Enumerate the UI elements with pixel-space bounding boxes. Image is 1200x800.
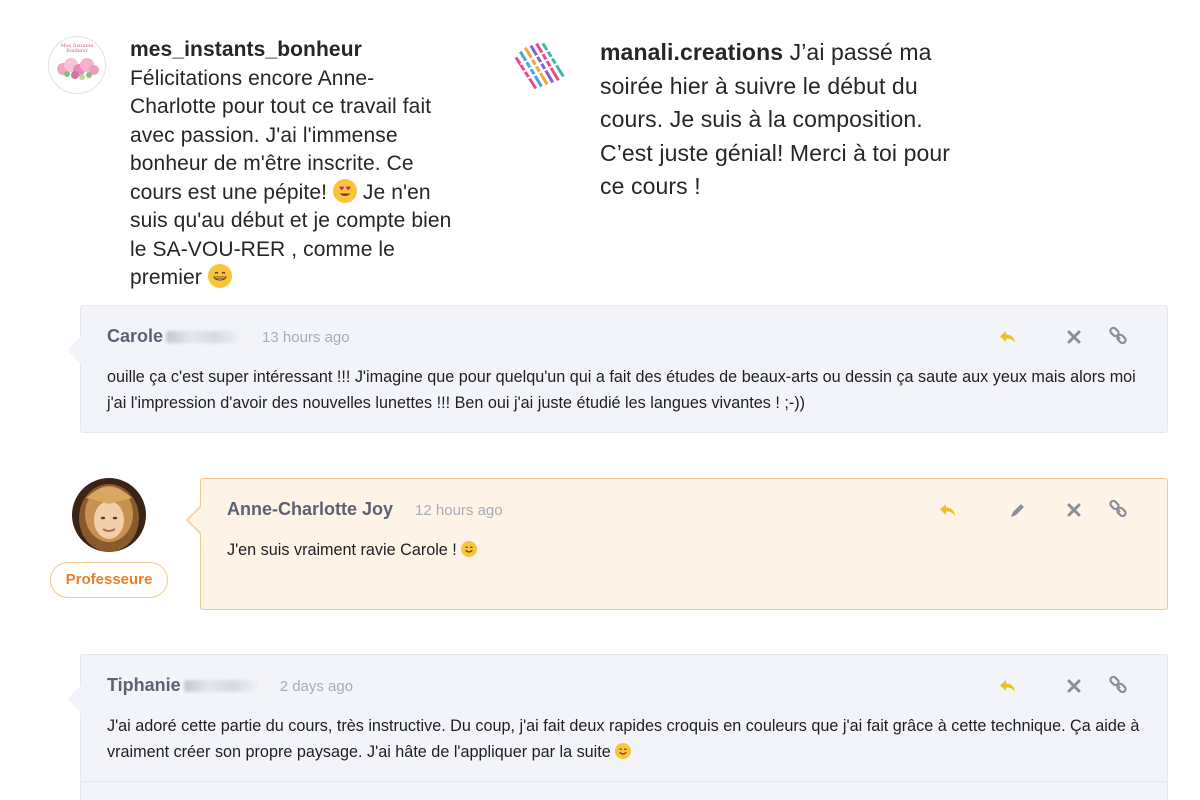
comment-text: mes_instants_bonheur Félicitations encor… xyxy=(130,36,490,293)
comment-author[interactable]: Carole xyxy=(107,326,241,347)
line: C’est juste génial! Merci à toi pour xyxy=(600,139,951,166)
comment-time: 2 days ago xyxy=(279,678,354,695)
comment-author[interactable]: Anne-Charlotte Joy xyxy=(227,499,393,520)
edit-icon[interactable] xyxy=(1007,499,1029,521)
line: ce cours ! xyxy=(600,173,701,199)
link-icon[interactable] xyxy=(1107,499,1129,521)
close-icon[interactable] xyxy=(1063,326,1085,348)
heart-eyes-emoji xyxy=(333,178,357,203)
professor-badge: Professeure xyxy=(50,562,168,598)
redacted-surname xyxy=(183,680,258,693)
line: avec passion. J'ai l'immense xyxy=(130,123,398,147)
close-icon[interactable] xyxy=(1063,675,1085,697)
comment-author[interactable]: Tiphanie xyxy=(107,675,258,696)
avatar-logo-text: Mes Instants Bonheur xyxy=(60,43,94,54)
comment-actions xyxy=(997,326,1137,348)
avatar-mes-instants-bonheur: Mes Instants Bonheur xyxy=(48,36,106,94)
comment-text: manali.creations J’ai passé ma soirée hi… xyxy=(600,36,1010,204)
comment-time: 13 hours ago xyxy=(262,329,350,346)
line: cours est une pépite! xyxy=(130,180,333,204)
comment-card: Tiphanie 2 days ago J'ai adoré cette par… xyxy=(67,654,1168,800)
line: suis qu'au début et je compte bien xyxy=(130,209,452,232)
line: cours. Je suis à la composition. xyxy=(600,106,923,132)
comment-body: J'ai adoré cette partie du cours, très i… xyxy=(107,717,1140,761)
smile-emoji xyxy=(461,541,478,557)
line: J’ai passé ma xyxy=(783,39,932,65)
smile-emoji xyxy=(615,743,632,759)
instagram-comment-manali-creations: manali.creations J’ai passé ma soirée hi… xyxy=(510,36,1030,204)
line: Félicitations encore Anne- xyxy=(130,66,375,90)
reply-icon[interactable] xyxy=(997,675,1019,697)
close-icon[interactable] xyxy=(1063,499,1085,521)
comment-time: 12 hours ago xyxy=(415,502,503,519)
reply-icon[interactable] xyxy=(937,499,959,521)
comment-actions xyxy=(997,675,1137,697)
avatar-anne-charlotte[interactable] xyxy=(72,478,146,552)
line: premier xyxy=(130,266,208,289)
card-pointer xyxy=(67,336,81,364)
line: Je n'en xyxy=(357,180,431,204)
line: soirée hier à suivre le début du xyxy=(600,72,918,99)
reply-icon[interactable] xyxy=(997,326,1019,348)
comment-body: J'en suis vraiment ravie Carole ! xyxy=(227,537,1141,563)
grin-emoji xyxy=(207,264,232,288)
comment-actions xyxy=(937,499,1137,521)
avatar-manali-creations xyxy=(510,36,568,94)
comment-card-professor: Anne-Charlotte Joy 12 hours ago J'en sui… xyxy=(186,478,1168,610)
line: bonheur de m'être inscrite. Ce xyxy=(130,152,414,175)
username[interactable]: mes_instants_bonheur xyxy=(130,38,362,61)
username[interactable]: manali.creations xyxy=(600,39,783,65)
link-icon[interactable] xyxy=(1107,675,1129,697)
comment-card: Carole 13 hours ago ouille ça c'est supe… xyxy=(67,305,1168,433)
instagram-comment-mes-instants-bonheur: Mes Instants Bonheur mes_instants_bonheu… xyxy=(48,36,498,293)
redacted-surname xyxy=(166,331,241,344)
comment-body: ouille ça c'est super intéressant !!! J'… xyxy=(107,368,1136,412)
card-footer-divider xyxy=(81,781,1167,782)
line: Charlotte pour tout ce travail fait xyxy=(130,95,432,118)
manali-logo-icon xyxy=(514,40,565,90)
link-icon[interactable] xyxy=(1107,326,1129,348)
line: le SA-VOU-RER , comme le xyxy=(130,237,395,261)
card-pointer xyxy=(67,685,81,713)
card-pointer xyxy=(188,507,201,533)
